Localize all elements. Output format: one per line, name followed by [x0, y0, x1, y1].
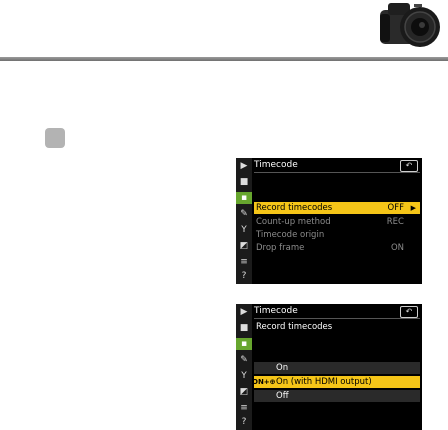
- movie-shooting-icon[interactable]: ▪: [236, 338, 252, 350]
- option-on-with-hdmi-output[interactable]: ON+⊕ On (with HDMI output): [252, 376, 420, 388]
- camera-product-image: [380, 3, 440, 47]
- menu-item-count-up-method[interactable]: Count-up method REC: [254, 216, 420, 228]
- back-arrow-icon[interactable]: ↶: [400, 160, 418, 172]
- setup-wrench-icon[interactable]: Y: [238, 370, 250, 382]
- menu-item-label: Drop frame: [256, 243, 305, 253]
- option-label: On (with HDMI output): [276, 377, 372, 387]
- menu-item-value: REC: [386, 217, 404, 227]
- submenu-title: Record timecodes: [256, 322, 333, 332]
- hdmi-output-icon: ON+⊕: [252, 378, 276, 386]
- retouch-icon[interactable]: ◩: [238, 386, 250, 398]
- option-label: On: [276, 363, 289, 373]
- playback-icon[interactable]: ▶: [238, 306, 250, 318]
- my-menu-icon[interactable]: ≡: [238, 402, 250, 414]
- menu-item-label: Timecode origin: [256, 230, 325, 240]
- menu-item-timecode-origin[interactable]: Timecode origin: [254, 229, 420, 241]
- menu-item-record-timecodes[interactable]: Record timecodes OFF ▶: [254, 202, 420, 214]
- custom-settings-pencil-icon[interactable]: ✎: [238, 354, 250, 366]
- help-icon[interactable]: ?: [238, 270, 250, 282]
- movie-shooting-icon[interactable]: ▪: [236, 192, 252, 204]
- header-rule: [0, 57, 448, 61]
- menu-sidebar: ▶ ■ ▪ ✎ Y ◩ ≡ ?: [236, 304, 252, 430]
- chevron-right-icon: ▶: [410, 204, 416, 212]
- menu-item-label: Count-up method: [256, 217, 331, 227]
- photo-shooting-icon[interactable]: ■: [238, 322, 250, 334]
- retouch-icon[interactable]: ◩: [238, 240, 250, 252]
- title-divider: [254, 318, 420, 319]
- timecode-menu-screen: ▶ ■ ▪ ✎ Y ◩ ≡ ? Timecode ↶ Record timeco…: [236, 158, 422, 284]
- menu-title: Timecode: [254, 306, 298, 316]
- help-icon[interactable]: ?: [238, 416, 250, 428]
- option-on[interactable]: On: [254, 362, 420, 374]
- menu-title: Timecode: [254, 160, 298, 170]
- menu-sidebar: ▶ ■ ▪ ✎ Y ◩ ≡ ?: [236, 158, 252, 284]
- menu-item-label: Record timecodes: [256, 203, 333, 213]
- menu-item-value: OFF: [387, 203, 404, 213]
- menu-item-drop-frame[interactable]: Drop frame ON: [254, 242, 420, 254]
- menu-item-value: ON: [390, 243, 404, 253]
- photo-shooting-icon[interactable]: ■: [238, 176, 250, 188]
- custom-settings-pencil-icon[interactable]: ✎: [238, 208, 250, 220]
- back-arrow-icon[interactable]: ↶: [400, 306, 418, 318]
- record-timecodes-screen: ▶ ■ ▪ ✎ Y ◩ ≡ ? Timecode ↶ Record timeco…: [236, 304, 422, 430]
- title-divider: [254, 172, 420, 173]
- step-bullet: [45, 128, 65, 148]
- option-off[interactable]: Off: [254, 390, 420, 402]
- my-menu-icon[interactable]: ≡: [238, 256, 250, 268]
- setup-wrench-icon[interactable]: Y: [238, 224, 250, 236]
- playback-icon[interactable]: ▶: [238, 160, 250, 172]
- option-label: Off: [276, 391, 289, 401]
